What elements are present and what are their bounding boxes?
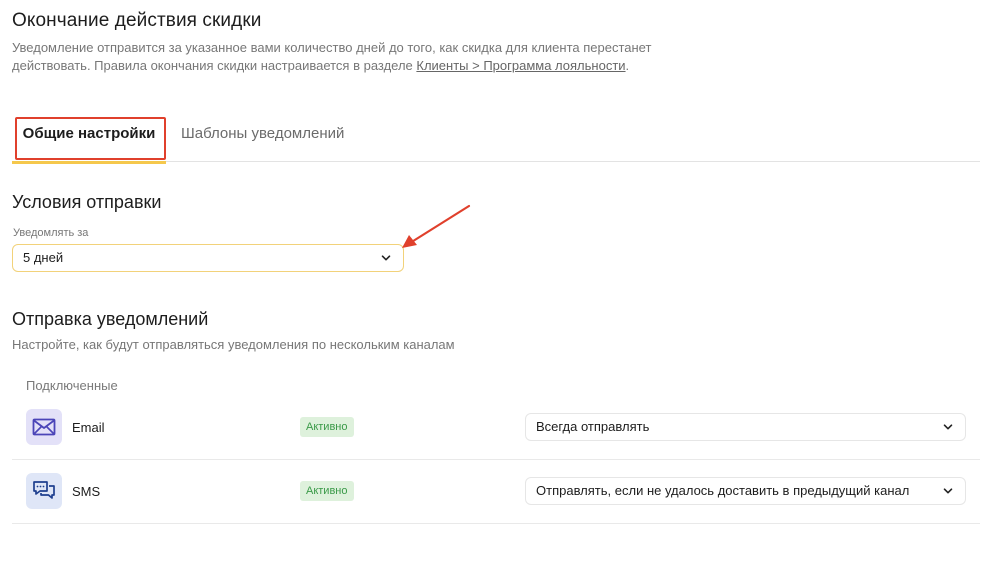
- envelope-icon: [26, 409, 62, 445]
- sms-send-mode-value: Отправлять, если не удалось доставить в …: [536, 483, 910, 498]
- notify-before-label: Уведомлять за: [13, 227, 89, 239]
- email-send-mode-value: Всегда отправлять: [536, 419, 650, 434]
- sending-description: Настройте, как будут отправляться уведом…: [12, 337, 455, 352]
- status-badge: Активно: [300, 481, 354, 501]
- email-send-mode-select[interactable]: Всегда отправлять: [525, 413, 966, 441]
- conditions-section-title: Условия отправки: [12, 192, 162, 212]
- channel-row-sms: SMS Активно Отправлять, если не удалось …: [12, 460, 980, 524]
- sms-send-mode-select[interactable]: Отправлять, если не удалось доставить в …: [525, 477, 966, 505]
- description-suffix: .: [625, 58, 630, 73]
- status-badge: Активно: [300, 417, 354, 437]
- page-description: Уведомление отправится за указанное вами…: [12, 39, 652, 75]
- channel-name: SMS: [72, 484, 101, 499]
- notify-before-select[interactable]: 5 дней: [12, 244, 404, 272]
- loyalty-program-link[interactable]: Клиенты > Программа лояльности: [416, 58, 625, 73]
- sending-section-title: Отправка уведомлений: [12, 309, 209, 329]
- channel-row-email: Email Активно Всегда отправлять: [12, 396, 980, 460]
- page-title: Окончание действия скидки: [12, 10, 262, 31]
- annotation-arrow: [402, 204, 471, 248]
- tab-notification-templates[interactable]: Шаблоны уведомлений: [180, 114, 345, 162]
- chevron-down-icon: [943, 488, 953, 494]
- chevron-down-icon: [381, 255, 391, 261]
- channel-name: Email: [72, 420, 105, 435]
- tab-general-settings[interactable]: Общие настройки: [12, 114, 166, 164]
- tab-bar: Общие настройки Шаблоны уведомлений: [12, 114, 980, 164]
- chat-bubbles-icon: [26, 473, 62, 509]
- notify-before-value: 5 дней: [23, 250, 64, 265]
- chevron-down-icon: [943, 424, 953, 430]
- connected-label: Подключенные: [26, 378, 118, 393]
